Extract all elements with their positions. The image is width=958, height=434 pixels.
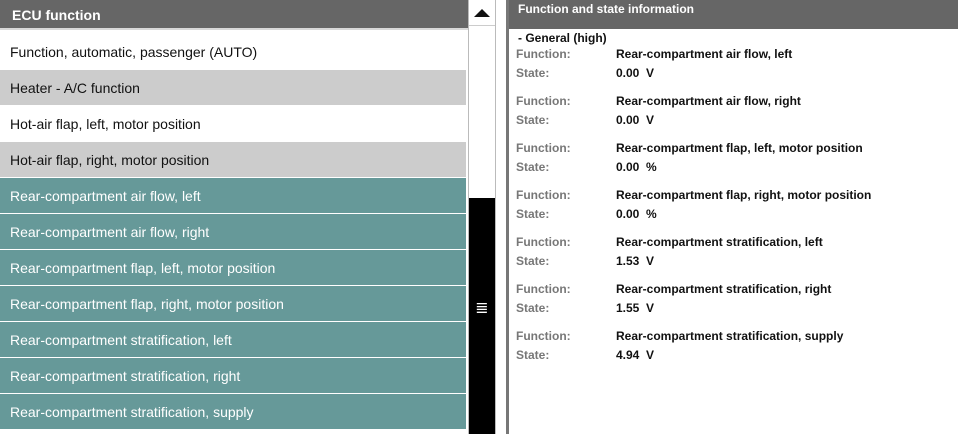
list-item[interactable]: Rear-compartment flap, left, motor posit… (0, 250, 466, 286)
function-value: Rear-compartment stratification, right (616, 282, 832, 296)
scroll-thumb[interactable]: ≣ (469, 198, 495, 434)
function-state-entry: Function: Rear-compartment flap, left, mo… (516, 139, 958, 177)
list-item[interactable]: Rear-compartment stratification, left (0, 322, 466, 358)
function-state-panel: Function and state information - General… (509, 0, 958, 434)
list-item[interactable]: Rear-compartment air flow, right (0, 214, 466, 250)
function-value: Rear-compartment air flow, right (616, 94, 801, 108)
state-label: State: (516, 254, 550, 268)
list-item-label: Function, automatic, passenger (AUTO) (10, 44, 258, 60)
state-value: 1.55 V (616, 301, 655, 315)
list-item-label: Hot-air flap, right, motor position (10, 152, 210, 168)
function-state-list: Function: Rear-compartment air flow, left… (509, 45, 958, 365)
function-value: Rear-compartment air flow, left (616, 47, 793, 61)
function-state-entry: Function: Rear-compartment stratification… (516, 327, 958, 365)
state-label: State: (516, 348, 550, 362)
state-value: 0.00 V (616, 113, 655, 127)
list-item-label: Rear-compartment flap, right, motor posi… (10, 296, 284, 312)
function-label: Function: (516, 329, 571, 343)
grip-lines-icon: ≣ (475, 300, 489, 317)
list-item[interactable]: Rear-compartment flap, right, motor posi… (0, 286, 466, 322)
function-state-entry: Function: Rear-compartment stratification… (516, 233, 958, 271)
ecu-function-panel: ECU function Function, automatic, passen… (0, 0, 468, 434)
function-value: Rear-compartment stratification, left (616, 235, 823, 249)
state-label: State: (516, 113, 550, 127)
list-item-label: Rear-compartment stratification, left (10, 332, 232, 348)
function-label: Function: (516, 188, 571, 202)
state-label: State: (516, 66, 550, 80)
function-label: Function: (516, 94, 571, 108)
state-value: 4.94 V (616, 348, 655, 362)
list-item-label: Rear-compartment air flow, right (10, 224, 210, 240)
state-value: 0.00 V (616, 66, 655, 80)
list-item[interactable]: Rear-compartment stratification, supply (0, 394, 466, 430)
list-item-label: Rear-compartment stratification, supply (10, 404, 254, 420)
ecu-function-header: ECU function (0, 0, 468, 30)
function-value: Rear-compartment flap, left, motor posit… (616, 141, 863, 155)
function-label: Function: (516, 141, 571, 155)
list-item[interactable]: Rear-compartment stratification, right (0, 358, 466, 394)
state-label: State: (516, 301, 550, 315)
list-item[interactable]: Hot-air flap, left, motor position (0, 106, 466, 142)
function-state-entry: Function: Rear-compartment flap, right, m… (516, 186, 958, 224)
function-state-entry: Function: Rear-compartment air flow, righ… (516, 92, 958, 130)
list-item-label: Rear-compartment flap, left, motor posit… (10, 260, 276, 276)
group-title: - General (high) (518, 31, 607, 45)
function-state-header: Function and state information (509, 0, 958, 29)
function-label: Function: (516, 235, 571, 249)
list-item[interactable]: Heater - A/C function (0, 70, 466, 106)
list-item[interactable]: Rear-compartment air flow, left (0, 178, 466, 214)
list-item[interactable]: Function, automatic, passenger (AUTO) (0, 34, 466, 70)
function-state-entry: Function: Rear-compartment stratification… (516, 280, 958, 318)
state-value: 1.53 V (616, 254, 655, 268)
triangle-up-icon (474, 8, 490, 17)
list-item-label: Heater - A/C function (10, 80, 140, 96)
ecu-function-list: Function, automatic, passenger (AUTO) He… (0, 34, 466, 430)
state-value: 0.00 % (616, 207, 657, 221)
function-value: Rear-compartment flap, right, motor posi… (616, 188, 872, 202)
state-label: State: (516, 160, 550, 174)
function-label: Function: (516, 282, 571, 296)
function-state-entry: Function: Rear-compartment air flow, left… (516, 45, 958, 83)
list-item[interactable]: Hot-air flap, right, motor position (0, 142, 466, 178)
state-label: State: (516, 207, 550, 221)
list-item-label: Hot-air flap, left, motor position (10, 116, 201, 132)
list-item-label: Rear-compartment stratification, right (10, 368, 241, 384)
state-value: 0.00 % (616, 160, 657, 174)
function-value: Rear-compartment stratification, supply (616, 329, 844, 343)
list-item-label: Rear-compartment air flow, left (10, 188, 201, 204)
scroll-up-button[interactable] (469, 0, 495, 26)
list-scrollbar[interactable]: ≣ (468, 0, 496, 434)
function-label: Function: (516, 47, 571, 61)
